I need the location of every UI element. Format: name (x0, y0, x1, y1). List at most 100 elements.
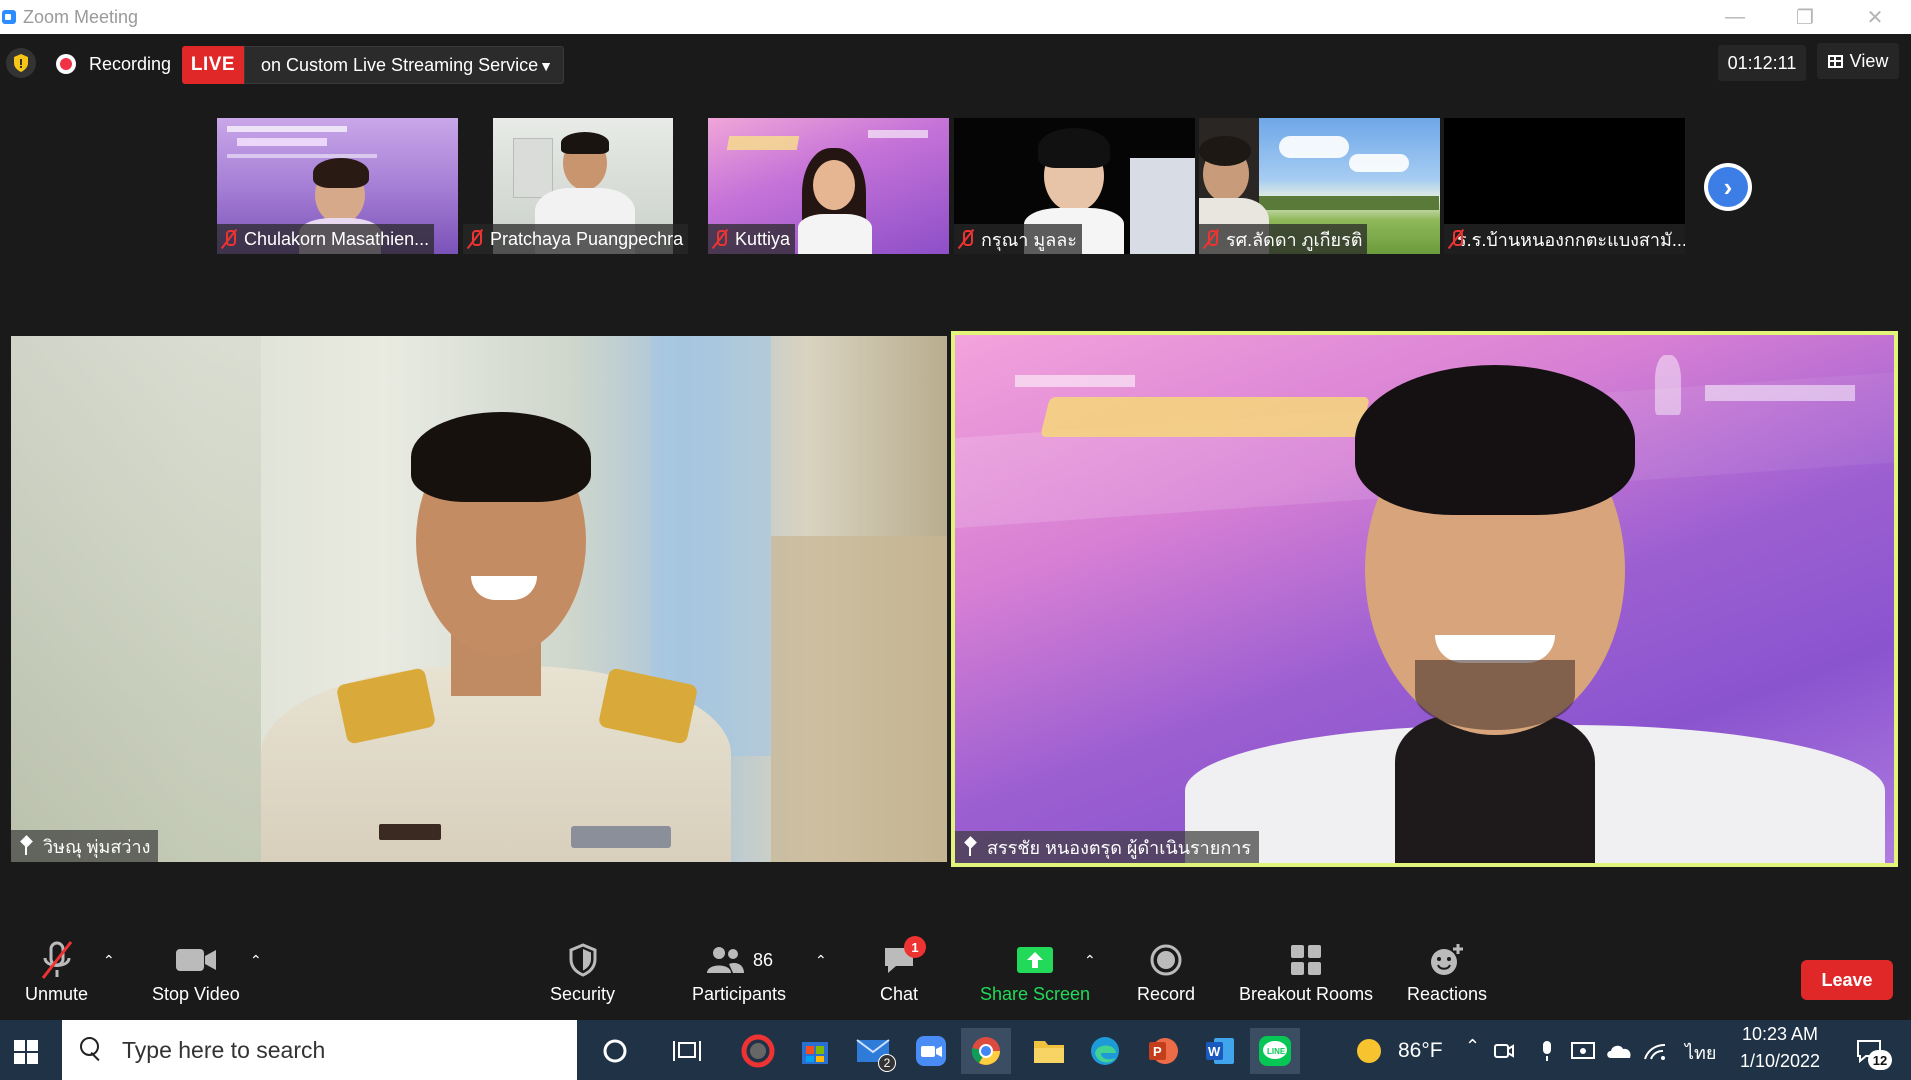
notification-count: 12 (1868, 1050, 1892, 1070)
taskbar-powerpoint[interactable]: P (1138, 1028, 1188, 1074)
participant-thumbnail[interactable]: Kuttiya (708, 118, 949, 254)
mic-muted-icon (713, 229, 727, 249)
meeting-toolbar: Unmute ⌃ Stop Video ⌃ Security 86 Partic… (0, 930, 1911, 1020)
view-label: View (1849, 50, 1889, 71)
mic-muted-icon (222, 229, 236, 249)
line-app-icon: LINE (1259, 1036, 1291, 1066)
unmute-label: Unmute (25, 984, 89, 1004)
participant-thumbnail[interactable]: รศ.ลัดดา ภูเกียรติ (1199, 118, 1440, 254)
cortana-circle-icon (603, 1039, 627, 1063)
weather-icon[interactable] (1344, 1028, 1394, 1074)
participants-icon (707, 947, 744, 973)
participant-thumbnail[interactable]: Chulakorn Masathien... (217, 118, 458, 254)
video-name-tag: สรรชัย หนองตรุด ผู้ดำเนินรายการ (955, 831, 1260, 863)
taskbar-microsoft-store[interactable] (790, 1028, 840, 1074)
taskbar-line[interactable]: LINE (1250, 1028, 1300, 1074)
share-screen-icon (1017, 947, 1054, 973)
participants-count: 86 (753, 949, 774, 970)
live-streaming-dropdown[interactable]: on Custom Live Streaming Service ▼ (244, 46, 564, 84)
close-button[interactable]: ✕ (1840, 0, 1910, 34)
maximize-button[interactable]: ❐ (1770, 0, 1840, 34)
taskbar-chrome[interactable] (961, 1028, 1011, 1074)
participant-name: ร.ร.บ้านหนองกกตะแบงสามั... (1457, 229, 1685, 250)
security-label: Security (550, 984, 616, 1004)
taskbar-word[interactable]: W (1195, 1028, 1245, 1074)
reactions-button[interactable]: Reactions (1407, 938, 1487, 1005)
stop-video-button[interactable]: Stop Video (152, 938, 240, 1005)
participant-thumbnail[interactable]: กรุณา มูลละ (954, 118, 1195, 254)
participant-name: รศ.ลัดดา ภูเกียรติ (1226, 229, 1363, 250)
participant-thumbnail[interactable]: Pratchaya Puangpechra (463, 118, 704, 254)
shield-icon (14, 54, 28, 72)
participant-name: สรรชัย หนองตรุด ผู้ดำเนินรายการ (987, 837, 1252, 858)
powerpoint-icon: P (1149, 1038, 1178, 1064)
video-options-caret[interactable]: ⌃ (250, 952, 262, 969)
windows-taskbar: Type here to search 2 P W LINE 86°F ⌃ ไท… (0, 1020, 1911, 1080)
notification-center-button[interactable]: 12 (1846, 1028, 1892, 1074)
taskbar-file-explorer[interactable] (1024, 1028, 1074, 1074)
taskbar-zoom[interactable] (906, 1028, 956, 1074)
breakout-rooms-label: Breakout Rooms (1239, 984, 1374, 1004)
task-view-button[interactable] (662, 1028, 712, 1074)
taskbar-search-box[interactable]: Type here to search (62, 1020, 577, 1080)
taskbar-mail[interactable]: 2 (848, 1028, 898, 1074)
video-camera-icon (175, 949, 216, 971)
minimize-button[interactable]: — (1700, 0, 1770, 34)
edge-icon (1091, 1037, 1119, 1065)
mic-muted-icon (1204, 229, 1218, 249)
pin-icon (19, 837, 33, 855)
cortana-button[interactable] (590, 1028, 640, 1074)
search-placeholder: Type here to search (122, 1036, 326, 1063)
svg-text:P: P (1153, 1044, 1162, 1059)
share-screen-label: Share Screen (980, 984, 1091, 1004)
input-language[interactable]: ไทย (1685, 1038, 1716, 1067)
window-title: Zoom Meeting (23, 6, 139, 27)
share-screen-button[interactable]: Share Screen (980, 938, 1090, 1005)
windows-start-button[interactable] (14, 1040, 38, 1064)
mic-muted-icon (959, 229, 973, 249)
thumbnail-name-tag: Pratchaya Puangpechra (463, 224, 689, 254)
leave-button[interactable]: Leave (1801, 960, 1893, 1000)
clock-time[interactable]: 10:23 AM (1740, 1024, 1820, 1045)
task-view-icon (673, 1041, 701, 1061)
caret-down-icon: ▼ (539, 58, 553, 74)
security-info-button[interactable] (6, 48, 36, 78)
view-button[interactable]: View (1817, 43, 1899, 79)
onedrive-cloud-icon[interactable] (1604, 1028, 1634, 1074)
mail-badge: 2 (878, 1054, 896, 1072)
unmute-button[interactable]: Unmute (25, 938, 88, 1005)
participant-name: กรุณา มูลละ (981, 229, 1077, 250)
recording-indicator-icon (56, 54, 76, 74)
thumbnail-name-tag: รศ.ลัดดา ภูเกียรติ (1199, 224, 1368, 254)
wifi-icon[interactable] (1640, 1028, 1670, 1074)
taskbar-photoscape[interactable] (733, 1028, 783, 1074)
participant-thumbnail[interactable]: ร.ร.บ้านหนองกกตะแบงสามั... (1444, 118, 1685, 254)
next-page-button[interactable]: › (1704, 163, 1752, 211)
audio-options-caret[interactable]: ⌃ (103, 952, 115, 969)
shield-icon (569, 943, 597, 977)
live-badge: LIVE (182, 46, 244, 84)
breakout-rooms-button[interactable]: Breakout Rooms (1239, 938, 1373, 1005)
smiley-plus-icon (1431, 944, 1464, 975)
participant-name: Chulakorn Masathien... (244, 228, 430, 249)
word-icon: W (1206, 1038, 1234, 1064)
camera-tray-icon[interactable] (1489, 1028, 1519, 1074)
microphone-tray-icon[interactable] (1532, 1028, 1562, 1074)
participant-name: Pratchaya Puangpechra (490, 228, 684, 249)
participants-options-caret[interactable]: ⌃ (815, 952, 827, 969)
security-button[interactable]: Security (550, 938, 615, 1005)
participants-button[interactable]: 86 Participants (692, 938, 786, 1005)
share-options-caret[interactable]: ⌃ (1084, 952, 1096, 969)
video-tile-right-active[interactable]: สรรชัย หนองตรุด ผู้ดำเนินรายการ (951, 331, 1898, 867)
clock-date[interactable]: 1/10/2022 (1736, 1051, 1824, 1072)
stop-video-label: Stop Video (152, 984, 240, 1004)
chat-label: Chat (880, 984, 919, 1004)
screen-tray-icon[interactable] (1568, 1028, 1598, 1074)
weather-temperature[interactable]: 86°F (1398, 1039, 1443, 1063)
record-button[interactable]: Record (1137, 938, 1195, 1005)
chat-button[interactable]: 1 Chat (880, 936, 927, 1005)
store-icon (802, 1042, 828, 1064)
video-tile-left[interactable]: วิษณุ พุ่มสว่าง (11, 336, 947, 862)
taskbar-edge[interactable] (1080, 1028, 1130, 1074)
tray-expand-caret-icon[interactable]: ⌃ (1465, 1036, 1480, 1057)
